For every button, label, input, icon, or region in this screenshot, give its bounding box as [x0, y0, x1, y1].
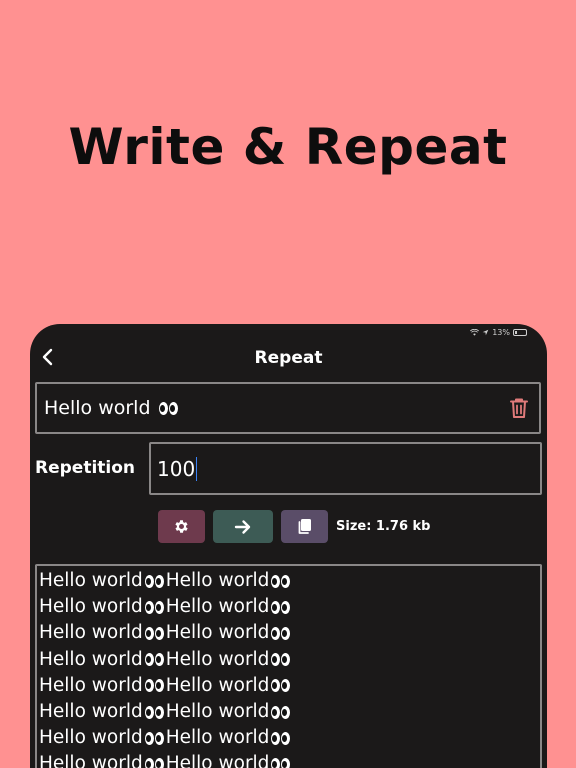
wifi-icon — [470, 328, 480, 336]
status-bar: 13% — [470, 326, 527, 338]
output-size-label: Size: 1.76 kb — [336, 519, 431, 534]
output-text-segment: Hello world — [165, 622, 270, 644]
output-text-segment: Hello world — [165, 570, 270, 591]
repetition-input[interactable]: 100 — [149, 442, 542, 495]
output-line: Hello world Hello world — [39, 699, 540, 725]
eyes-emoji-icon — [271, 757, 291, 768]
output-text-segment: Hello world — [39, 701, 143, 723]
promo-headline: Write & Repeat — [68, 118, 508, 176]
repeat-text: Hello world — [44, 397, 151, 419]
device-screen: 13% Repeat Hello world Repetition 100 Si… — [30, 324, 547, 768]
output-line: Hello world Hello world — [39, 647, 540, 673]
battery-percent: 13% — [492, 327, 510, 337]
output-text-segment: Hello world — [39, 570, 143, 591]
repetition-label: Repetition — [35, 458, 136, 478]
eyes-emoji-icon — [158, 402, 178, 415]
eyes-emoji-icon — [144, 626, 164, 640]
settings-button[interactable] — [158, 510, 205, 543]
output-text-segment: Hello world — [39, 674, 143, 696]
eyes-emoji-icon — [271, 705, 291, 719]
page-title: Repeat — [254, 348, 323, 368]
output-text-segment: Hello world — [39, 648, 143, 670]
repeat-text-input[interactable]: Hello world — [35, 382, 541, 434]
output-text-segment: Hello world — [165, 674, 270, 696]
nav-bar: Repeat — [30, 342, 547, 372]
eyes-emoji-icon — [144, 757, 164, 768]
output-text-segment: Hello world — [39, 727, 143, 749]
copy-button[interactable] — [281, 510, 328, 543]
output-text-segment: Hello world — [165, 648, 270, 670]
location-icon — [482, 329, 489, 335]
output-text-segment: Hello world — [39, 596, 143, 618]
eyes-emoji-icon — [271, 626, 291, 640]
eyes-emoji-icon — [271, 574, 291, 588]
eyes-emoji-icon — [144, 574, 164, 588]
text-caret — [196, 456, 198, 481]
output-line: Hello world Hello world — [39, 725, 540, 751]
output-line: Hello world Hello world — [39, 568, 540, 594]
repetition-value: 100 — [157, 456, 196, 481]
eyes-emoji-icon — [144, 679, 164, 693]
output-text-segment: Hello world — [39, 622, 143, 644]
output-text-segment: Hello world — [165, 596, 270, 618]
generate-button[interactable] — [213, 510, 273, 543]
trash-icon — [510, 398, 528, 418]
output-line: Hello world Hello world — [39, 620, 540, 646]
clear-text-button[interactable] — [507, 396, 531, 420]
output-line: Hello world Hello world — [39, 594, 540, 620]
eyes-emoji-icon — [271, 653, 291, 667]
eyes-emoji-icon — [144, 653, 164, 667]
eyes-emoji-icon — [144, 731, 164, 745]
eyes-emoji-icon — [144, 705, 164, 719]
arrow-right-icon — [234, 519, 251, 534]
copy-icon — [298, 519, 311, 534]
output-text-segment: Hello world — [165, 701, 270, 723]
output-text-segment: Hello world — [165, 753, 270, 768]
gear-icon — [175, 520, 188, 533]
output-line: Hello world Hello world — [39, 751, 540, 768]
repeat-text-value: Hello world — [37, 397, 507, 419]
output-line: Hello world Hello world — [39, 673, 540, 699]
eyes-emoji-icon — [271, 600, 291, 614]
eyes-emoji-icon — [271, 679, 291, 693]
eyes-emoji-icon — [144, 600, 164, 614]
output-text-segment: Hello world — [165, 727, 270, 749]
eyes-emoji-icon — [271, 731, 291, 745]
output-text-area[interactable]: Hello world Hello world Hello world Hello w… — [35, 564, 542, 768]
output-text-segment: Hello world — [39, 753, 143, 768]
battery-icon — [513, 328, 527, 336]
action-toolbar: Size: 1.76 kb — [158, 510, 430, 543]
